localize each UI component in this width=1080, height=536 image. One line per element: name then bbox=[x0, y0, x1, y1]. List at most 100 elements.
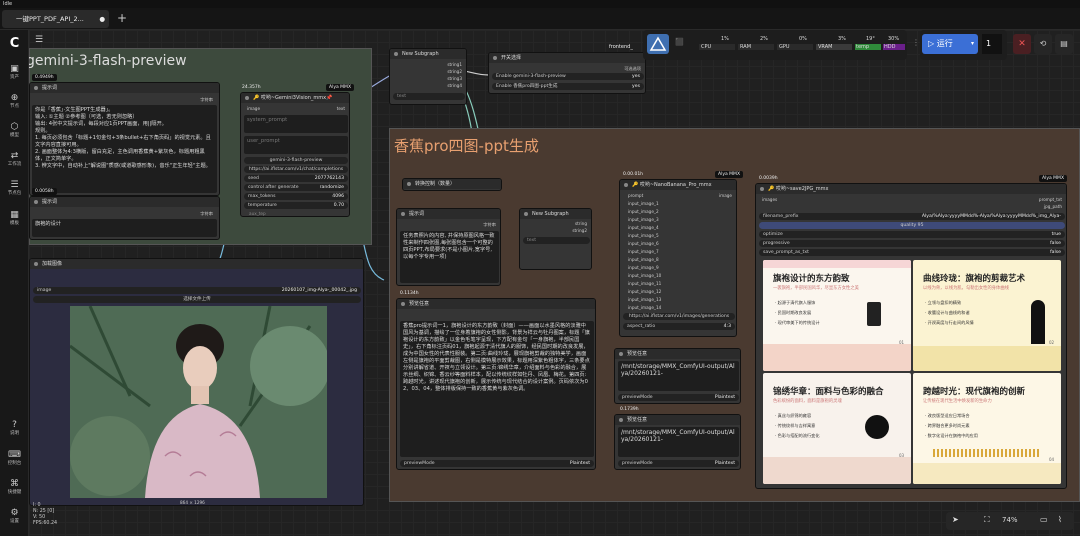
sidebar-item-workflows[interactable]: ⇄ 工作流 bbox=[0, 151, 29, 167]
ppt-slide-2[interactable]: 曲线玲珑：旗袍的剪裁艺术 以线为骨，以线为肌，勾勒出女性的身体曲线 · 立领与盘… bbox=[913, 260, 1061, 371]
node-load-image[interactable]: 加载图像 image 20260107_img-Alya-_00042_.jpg … bbox=[29, 258, 364, 506]
save-images-input[interactable]: images bbox=[762, 197, 777, 202]
gemini-image-input[interactable]: image bbox=[247, 106, 260, 111]
switch-option-banana[interactable]: Enable 香蕉pro四图-ppt生成 yes bbox=[492, 83, 644, 90]
ppt-slide-3[interactable]: 锦绣华章：面料与色彩的融合 色彩缤纷的面料，面料是旗袍的灵魂 · 真丝与织锦的雍… bbox=[763, 373, 911, 484]
gemini-system-prompt[interactable]: system_prompt bbox=[244, 115, 348, 133]
save-progressive-toggle[interactable]: progressive false bbox=[759, 240, 1065, 247]
subgraph-2-text-output[interactable]: text bbox=[523, 237, 590, 244]
gemini-control-field[interactable]: control after generate randomize bbox=[244, 184, 348, 191]
banana-input-port[interactable]: input_image_11 bbox=[628, 281, 661, 286]
save-prefix-field[interactable]: filename_prefix Alya/%Alya:yyyyMMdd%-Alya… bbox=[759, 213, 1065, 220]
banana-input-port[interactable]: input_image_10 bbox=[628, 273, 661, 278]
save-optimize-toggle[interactable]: optimize true bbox=[759, 231, 1065, 238]
run-count-input[interactable]: 1 bbox=[982, 34, 1002, 54]
subgraph-1-port[interactable]: string1 bbox=[447, 62, 462, 67]
preview-1-text[interactable]: 香蕉pro提示词一1，旗袍设计的东方韵致（封面）——画面以水墨风格的淡雅中国风为… bbox=[400, 321, 594, 457]
sidebar-item-templates[interactable]: ▦ 模板 bbox=[0, 210, 29, 226]
zoom-level[interactable]: 74% bbox=[1002, 516, 1018, 524]
sidebar-item-models[interactable]: ⬡ 模型 bbox=[0, 122, 29, 138]
node-subgraph-1[interactable]: New Subgraph string1 string2 string3 str… bbox=[389, 48, 467, 105]
preview-3-mode[interactable]: previewMode Plaintext bbox=[618, 460, 739, 467]
sidebar-item-console[interactable]: ⌨ 控制台 bbox=[0, 450, 29, 466]
banana-input-port[interactable]: input_image_1 bbox=[628, 201, 659, 206]
sidebar-item-help[interactable]: ? 说明 bbox=[0, 420, 29, 436]
sidebar-item-settings[interactable]: ⚙ 设置 bbox=[0, 508, 29, 524]
prompt-2-output-port[interactable]: 字符串 bbox=[200, 211, 213, 216]
prompt-3-output-port[interactable]: 字符串 bbox=[483, 222, 496, 227]
prompt-1-output-port[interactable]: 字符串 bbox=[200, 97, 213, 102]
cancel-run-button[interactable]: ✕ bbox=[1013, 34, 1031, 54]
gemini-tokens-field[interactable]: max_tokens 4096 bbox=[244, 193, 348, 200]
banana-input-port[interactable]: input_image_5 bbox=[628, 233, 659, 238]
subgraph-1-port[interactable]: string2 bbox=[447, 69, 462, 74]
new-tab-button[interactable]: + bbox=[117, 11, 127, 25]
banana-aspect-field[interactable]: aspect_ratio 4:3 bbox=[623, 323, 735, 330]
preview-1-mode[interactable]: previewMode Plaintext bbox=[400, 460, 594, 467]
preview-3-text[interactable]: /mnt/storage/MMX_ComfyUI-output/Alya/202… bbox=[618, 427, 739, 457]
subgraph-1-text-output[interactable]: text bbox=[393, 93, 465, 100]
node-prompt-1[interactable]: 提示词 字符串 你是「香蕉」·文生图PPT生成器」。 输入: ①主题 ②参考图（… bbox=[29, 82, 220, 196]
prompt-2-textarea[interactable]: 旗袍的设计 bbox=[32, 219, 217, 237]
banana-input-port[interactable]: input_image_6 bbox=[628, 241, 659, 246]
banana-input-port[interactable]: input_image_14 bbox=[628, 305, 661, 310]
banana-input-port[interactable]: prompt bbox=[628, 193, 643, 198]
banana-input-port[interactable]: input_image_9 bbox=[628, 265, 659, 270]
banana-input-port[interactable]: input_image_12 bbox=[628, 289, 661, 294]
save-quality-slider[interactable]: quality 95 bbox=[759, 222, 1065, 229]
banana-input-port[interactable]: input_image_4 bbox=[628, 225, 659, 230]
load-image-file-field[interactable]: image 20260107_img-Alya-_00042_.jpg bbox=[33, 287, 361, 294]
preview-2-mode[interactable]: previewMode Plaintext bbox=[618, 394, 739, 401]
subgraph-1-port[interactable]: string3 bbox=[447, 76, 462, 81]
save-prompt-output[interactable]: prompt_txt bbox=[1039, 197, 1062, 202]
banana-input-port[interactable]: input_image_3 bbox=[628, 217, 659, 222]
node-preview-1[interactable]: 预览任意 香蕉pro提示词一1，旗袍设计的东方韵致（封面）——画面以水墨风格的淡… bbox=[396, 298, 596, 470]
history-button[interactable]: ⟲ bbox=[1034, 34, 1052, 54]
gemini-url-field[interactable]: https://ai.iflstar.com/v1/chat/completio… bbox=[244, 166, 348, 173]
queue-button[interactable]: ▤ bbox=[1055, 34, 1073, 54]
node-preview-3[interactable]: 预览任意 /mnt/storage/MMX_ComfyUI-output/Aly… bbox=[614, 414, 741, 470]
node-preview-2[interactable]: 预览任意 /mnt/storage/MMX_ComfyUI-output/Aly… bbox=[614, 348, 741, 404]
toggle-links-icon[interactable]: ⌇ bbox=[1058, 515, 1062, 524]
node-canvas[interactable]: gemini-3-flash-preview 香蕉pro四图-ppt生成 提示词… bbox=[29, 30, 1080, 536]
save-prompt-txt-toggle[interactable]: save_prompt_as_txt false bbox=[759, 249, 1065, 256]
banana-input-port[interactable]: input_image_8 bbox=[628, 257, 659, 262]
fit-view-icon[interactable]: ⛶ bbox=[984, 515, 990, 525]
gemini-text-output[interactable]: text bbox=[337, 106, 345, 111]
gemini-seed-field[interactable]: seed 2077762143 bbox=[244, 175, 348, 182]
switch-option-gemini[interactable]: Enable gemini-3-flash-preview yes bbox=[492, 73, 644, 80]
gemini-aux-port[interactable]: aux_tep bbox=[249, 211, 266, 216]
banana-input-port[interactable]: input_image_7 bbox=[628, 249, 659, 254]
banana-input-port[interactable]: input_image_13 bbox=[628, 297, 661, 302]
node-converter[interactable]: 转换控制（数量） bbox=[402, 178, 502, 191]
workflow-tab[interactable]: 一键PPT_PDF_API_2... ● bbox=[2, 10, 109, 28]
upload-button[interactable]: 选择文件上传 bbox=[33, 296, 361, 303]
node-gemini-vision[interactable]: 🔑 哎哟~Gemini3Vision_mmx📌 image text syste… bbox=[240, 92, 350, 217]
save-path-output[interactable]: jpg_path bbox=[1044, 204, 1062, 209]
subgraph-2-port[interactable]: string2 bbox=[572, 228, 587, 233]
banana-image-output[interactable]: image bbox=[719, 193, 732, 198]
canvas-menu-icon[interactable]: ☰ bbox=[35, 35, 43, 45]
prompt-3-textarea[interactable]: 任务表照片的内容, 并保持原图风格一致性来制作四张图,每张图包含一个可整的四页P… bbox=[400, 231, 499, 283]
chevron-down-icon[interactable]: ▾ bbox=[971, 34, 974, 54]
ppt-slide-4[interactable]: 跨越时光：现代旗袍的创新 让传统在现代生活中焕发新的生命力 · 改良版型适应日常… bbox=[913, 373, 1061, 484]
prompt-1-textarea[interactable]: 你是「香蕉」·文生图PPT生成器」。 输入: ①主题 ②参考图（可选，若无则忽略… bbox=[32, 105, 217, 193]
gemini-temperature-field[interactable]: temperature 0.70 bbox=[244, 202, 348, 209]
sidebar-item-assets[interactable]: ▣ 资产 bbox=[0, 64, 29, 80]
node-subgraph-2[interactable]: New Subgraph string string2 text bbox=[519, 208, 592, 270]
subgraph-1-port[interactable]: string4 bbox=[447, 83, 462, 88]
gemini-user-prompt[interactable]: user_prompt bbox=[244, 136, 348, 154]
gemini-model-field[interactable]: gemini-3-flash-preview bbox=[244, 157, 348, 164]
sidebar-item-node-library[interactable]: ☰ 节点包 bbox=[0, 180, 29, 196]
bookmark-icon[interactable]: ⬛ bbox=[675, 38, 684, 46]
select-tool-icon[interactable]: ➤ bbox=[952, 515, 959, 524]
banana-url-field[interactable]: https://ai.iflstar.com/v1/images/generat… bbox=[623, 313, 735, 320]
node-nanobanana[interactable]: 🔑 哎哟~NanoBanana_Pro_mmx image prompt inpu… bbox=[619, 179, 737, 337]
workflow-manager-button[interactable] bbox=[647, 34, 669, 54]
run-button[interactable]: ▷ 运行 ▾ bbox=[922, 34, 978, 54]
ppt-slide-1[interactable]: 旗袍设计的东方韵致 一袭旗袍，半部民国风华，尽显东方女性之美 · 起源于清代旗人… bbox=[763, 260, 911, 371]
node-save-jpg[interactable]: 🔑 哎哟~save2JPG_mmx images prompt_txt jpg_… bbox=[755, 183, 1067, 489]
node-prompt-3[interactable]: 提示词 字符串 任务表照片的内容, 并保持原图风格一致性来制作四张图,每张图包含… bbox=[396, 208, 501, 286]
minimap-icon[interactable]: ▭ bbox=[1040, 515, 1048, 524]
sidebar-item-nodes[interactable]: ⊕ 节点 bbox=[0, 93, 29, 109]
